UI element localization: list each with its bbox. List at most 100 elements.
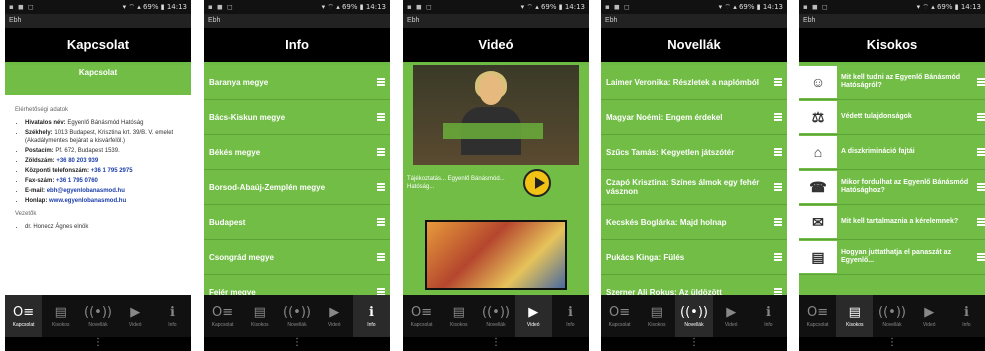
status-bar: ▪ ◼ ◻ ▾ ⌔ ▴ 69% ▮ 14:13 bbox=[799, 0, 985, 14]
tab-kapcsolat[interactable]: O≡ Kapcsolat bbox=[799, 295, 836, 337]
contact-item[interactable]: Zöldszám: +36 80 203 939 bbox=[25, 157, 181, 165]
video-thumbnail-2[interactable] bbox=[425, 220, 567, 290]
list-item[interactable]: Borsod-Abaúj-Zemplén megye bbox=[204, 170, 390, 205]
tab-info[interactable]: ℹ Info bbox=[552, 295, 589, 337]
info-icon: ℹ bbox=[963, 304, 969, 320]
list-item[interactable]: Pukács Kinga: Fülés bbox=[601, 240, 787, 275]
tab-info[interactable]: ℹ Info bbox=[948, 295, 985, 337]
overflow-menu-icon[interactable]: ⋮ bbox=[403, 337, 589, 351]
list-item[interactable]: Baranya megye bbox=[204, 65, 390, 100]
status-right: ▾ ⌔ ▴ 69% ▮ 14:13 bbox=[122, 2, 187, 11]
list-item[interactable]: ✉ Mit kell tartalmaznia a kérelemnek? bbox=[799, 205, 985, 240]
list-item[interactable]: Czapó Krisztina: Színes álmok egy fehér … bbox=[601, 170, 787, 205]
tab-kapcsolat[interactable]: O≡ Kapcsolat bbox=[403, 295, 440, 337]
app-name: Ebh bbox=[799, 14, 985, 28]
tab-info[interactable]: ℹ Info bbox=[154, 295, 191, 337]
tab-kapcsolat[interactable]: O≡ Kapcsolat bbox=[601, 295, 638, 337]
app-name: Ebh bbox=[601, 14, 787, 28]
list-item[interactable]: Csongrád megye bbox=[204, 240, 390, 275]
contact-content: Kapcsolat Elérhetőségi adatok Hivatalos … bbox=[5, 65, 191, 295]
contact-item[interactable]: Központi telefonszám: +36 1 795 2975 bbox=[25, 167, 181, 175]
app-name: Ebh bbox=[5, 14, 191, 28]
tab-kisokos[interactable]: ▤ Kisokos bbox=[440, 295, 477, 337]
contact-item: Székhely: 1013 Budapest, Krisztina krt. … bbox=[25, 129, 181, 145]
play-icon: ▶ bbox=[726, 304, 737, 320]
shield-icon: ⚖ bbox=[799, 101, 837, 133]
tab-novellak[interactable]: ((•)) Novellák bbox=[873, 295, 910, 337]
list-item[interactable]: Szűcs Tamás: Kegyetlen játszótér bbox=[601, 135, 787, 170]
hamburger-icon bbox=[774, 253, 782, 261]
overflow-menu-icon[interactable]: ⋮ bbox=[204, 337, 390, 351]
house-icon: ⌂ bbox=[799, 136, 837, 168]
tab-video[interactable]: ▶ Videó bbox=[316, 295, 353, 337]
overflow-menu-icon[interactable]: ⋮ bbox=[799, 337, 985, 351]
contact-item[interactable]: E-mail: ebh@egyenlobanasmod.hu bbox=[25, 187, 181, 195]
list-item[interactable]: Bács-Kiskun megye bbox=[204, 100, 390, 135]
hamburger-icon bbox=[977, 218, 985, 226]
tab-bar: O≡ Kapcsolat ▤ Kisokos ((•)) Novellák ▶ Vide… bbox=[601, 295, 787, 337]
novella-list: Laimer Veronika: Részletek a naplómból M… bbox=[601, 65, 787, 310]
list-item[interactable]: Kecskés Boglárka: Majd holnap bbox=[601, 205, 787, 240]
tab-kapcsolat[interactable]: O≡ Kapcsolat bbox=[204, 295, 241, 337]
status-bar: ▪ ◼ ◻ ▾ ⌔ ▴ 69% ▮ 14:13 bbox=[204, 0, 390, 14]
tab-novellak[interactable]: ((•)) Novellák bbox=[477, 295, 514, 337]
leader-item: dr. Honecz Ágnes elnök bbox=[25, 223, 181, 231]
contact-item[interactable]: Honlap: www.egyenlobanasmod.hu bbox=[25, 197, 181, 205]
tab-video[interactable]: ▶ Videó bbox=[117, 295, 154, 337]
list-item[interactable]: Magyar Noémi: Engem érdekel bbox=[601, 100, 787, 135]
contact-item: Postacím: Pf. 672, Budapest 1539. bbox=[25, 147, 181, 155]
status-bar: ▪ ◼ ◻ ▾ ⌔ ▴ 69% ▮ 14:13 bbox=[403, 0, 589, 14]
document-icon: ▤ bbox=[848, 304, 861, 320]
tab-novellak[interactable]: ((•)) Novellák bbox=[79, 295, 116, 337]
tab-video[interactable]: ▶ Videó bbox=[713, 295, 750, 337]
tab-kapcsolat[interactable]: O≡ Kapcsolat bbox=[5, 295, 43, 337]
app-name: Ebh bbox=[403, 14, 589, 28]
hamburger-icon bbox=[377, 113, 385, 121]
phone-icon: ☎ bbox=[799, 171, 837, 203]
broadcast-icon: ((•)) bbox=[482, 304, 510, 320]
contact-item: Hivatalos név: Egyenlő Bánásmód Hatóság bbox=[25, 119, 181, 127]
phone-video: ▪ ◼ ◻ ▾ ⌔ ▴ 69% ▮ 14:13 Ebh Videó Tájéko… bbox=[403, 0, 589, 351]
play-icon: ▶ bbox=[130, 304, 141, 320]
list-item[interactable]: ▤ Hogyan juttathatja el panaszát az Egyen… bbox=[799, 240, 985, 275]
page-title: Kapcsolat bbox=[5, 28, 191, 65]
lower-third-graphic bbox=[443, 123, 543, 139]
tab-info[interactable]: ℹ Info bbox=[352, 295, 390, 337]
document-icon: ▤ bbox=[452, 304, 465, 320]
tab-kisokos[interactable]: ▤ Kisokos bbox=[836, 295, 874, 337]
tab-info[interactable]: ℹ Info bbox=[750, 295, 787, 337]
tab-kisokos[interactable]: ▤ Kisokos bbox=[241, 295, 278, 337]
list-item[interactable]: Budapest bbox=[204, 205, 390, 240]
tab-bar: O≡ Kapcsolat ▤ Kisokos ((•)) Novellák ▶ Vide… bbox=[204, 295, 390, 337]
hamburger-icon bbox=[774, 113, 782, 121]
play-icon: ▶ bbox=[329, 304, 340, 320]
list-item[interactable]: ☺ Mit kell tudni az Egyenlő Bánásmód Ható… bbox=[799, 65, 985, 100]
status-bar: ▪ ◼ ◻ ▾ ⌔ ▴ 69% ▮ 14:13 bbox=[5, 0, 191, 14]
phone-kapcsolat: ▪ ◼ ◻ ▾ ⌔ ▴ 69% ▮ 14:13 Ebh Kapcsolat Ka… bbox=[5, 0, 191, 351]
list-item[interactable]: ☎ Mikor fordulhat az Egyenlő Bánásmód Hat… bbox=[799, 170, 985, 205]
hamburger-icon bbox=[377, 148, 385, 156]
video-thumbnail[interactable] bbox=[413, 65, 579, 165]
tab-video[interactable]: ▶ Videó bbox=[514, 295, 552, 337]
list-item[interactable]: Békés megye bbox=[204, 135, 390, 170]
list-item[interactable]: ⚖ Védett tulajdonságok bbox=[799, 100, 985, 135]
section-header: Kapcsolat bbox=[5, 65, 191, 95]
hamburger-icon bbox=[377, 253, 385, 261]
overflow-menu-icon[interactable]: ⋮ bbox=[5, 337, 191, 351]
info-icon: ℹ bbox=[169, 304, 175, 320]
contact-item[interactable]: Fax-szám: +36 1 795 0760 bbox=[25, 177, 181, 185]
page-title: Novellák bbox=[601, 28, 787, 65]
tab-kisokos[interactable]: ▤ Kisokos bbox=[42, 295, 79, 337]
list-item[interactable]: Laimer Veronika: Részletek a naplómból bbox=[601, 65, 787, 100]
list-item[interactable]: ⌂ A diszkrimináció fajtái bbox=[799, 135, 985, 170]
document-icon: ▤ bbox=[650, 304, 663, 320]
page-title: Info bbox=[204, 28, 390, 65]
tab-video[interactable]: ▶ Videó bbox=[911, 295, 948, 337]
tab-kisokos[interactable]: ▤ Kisokos bbox=[638, 295, 675, 337]
app-name: Ebh bbox=[204, 14, 390, 28]
play-button[interactable] bbox=[523, 169, 551, 197]
person-icon: O≡ bbox=[609, 304, 631, 320]
tab-novellak[interactable]: ((•)) Novellák bbox=[278, 295, 315, 337]
tab-novellak[interactable]: ((•)) Novellák bbox=[675, 295, 713, 337]
overflow-menu-icon[interactable]: ⋮ bbox=[601, 337, 787, 351]
